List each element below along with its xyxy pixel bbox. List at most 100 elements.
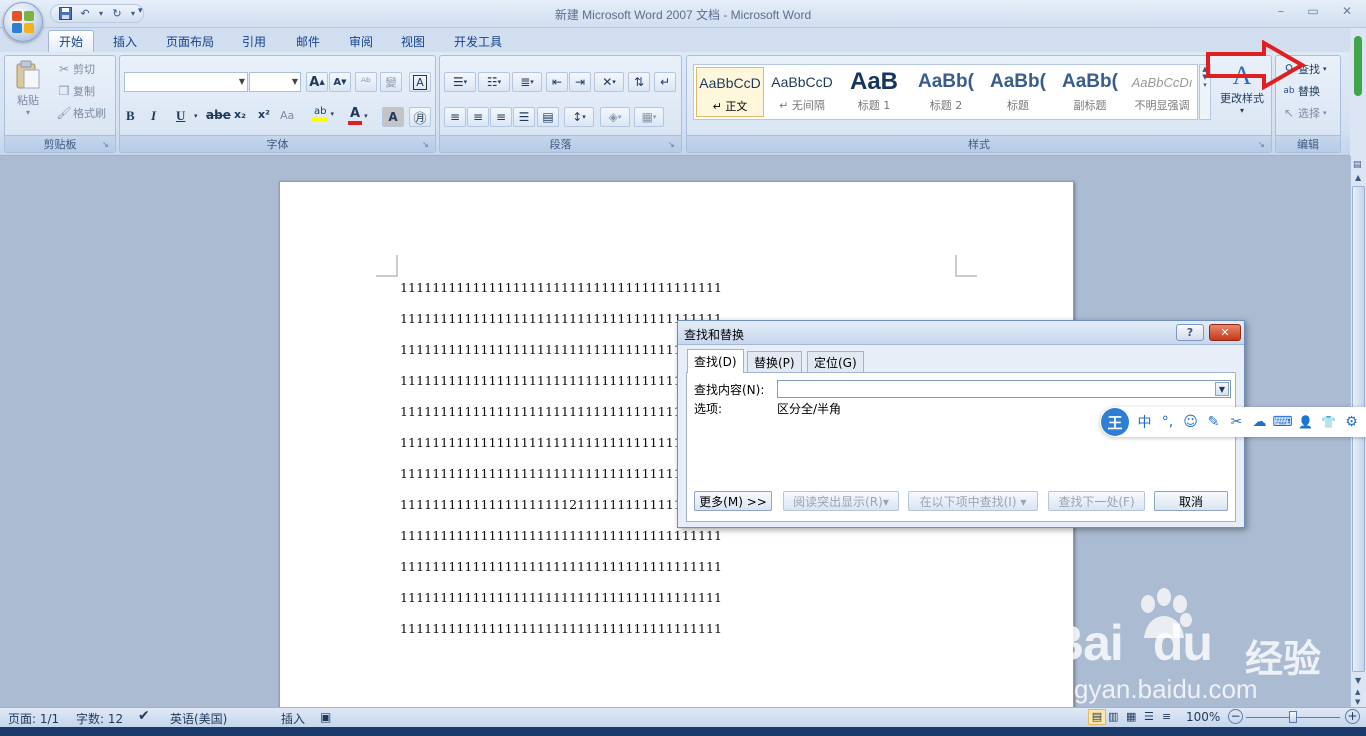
language-indicator[interactable]: 英语(美国)	[170, 710, 227, 727]
tab-goto[interactable]: 定位(G)	[807, 351, 864, 372]
ime-screenshot-icon[interactable]: ✂	[1225, 412, 1248, 432]
find-next-button[interactable]: 查找下一处(F)	[1048, 491, 1145, 511]
dialog-launcher-icon[interactable]: ↘	[1258, 140, 1268, 150]
dialog-help-button[interactable]: ?	[1176, 324, 1204, 341]
ime-logo[interactable]: 王	[1101, 408, 1129, 436]
zoom-out-icon[interactable]: −	[1228, 709, 1243, 724]
find-what-input[interactable]: ▼	[777, 380, 1231, 398]
zoom-slider-thumb[interactable]	[1289, 711, 1297, 723]
scroll-up-icon[interactable]: ▲	[1355, 173, 1361, 182]
subscript-button[interactable]: x₂	[234, 108, 246, 121]
ime-chinese-mode-icon[interactable]: 中	[1133, 412, 1156, 432]
style-title[interactable]: AaBb( 标题	[984, 67, 1052, 117]
page-count[interactable]: 页面: 1/1	[8, 710, 59, 727]
dialog-launcher-icon[interactable]: ↘	[102, 140, 112, 150]
ime-settings-icon[interactable]: ⚙	[1340, 412, 1363, 432]
shading-button[interactable]: ◈ ▾	[600, 107, 630, 127]
reading-highlight-button[interactable]: 阅读突出显示(R)▾	[783, 491, 899, 511]
bullets-button[interactable]: ☰ ▾	[444, 72, 476, 92]
numbering-button[interactable]: ☷ ▾	[478, 72, 510, 92]
cancel-button[interactable]: 取消	[1154, 491, 1228, 511]
cut-button[interactable]: ✂ 剪切	[55, 60, 95, 78]
insert-mode[interactable]: 插入	[281, 710, 305, 727]
line-spacing-button[interactable]: ↕ ▾	[564, 107, 594, 127]
ime-emoji-icon[interactable]: ☺	[1179, 412, 1202, 432]
word-count[interactable]: 字数: 12	[76, 710, 123, 727]
char-shading-button[interactable]: A	[382, 107, 404, 127]
format-painter-button[interactable]: 🖌 格式刷	[55, 104, 106, 122]
ime-handwrite-icon[interactable]: ✎	[1202, 412, 1225, 432]
ime-cloud-icon[interactable]: ☁	[1248, 412, 1271, 432]
dialog-launcher-icon[interactable]: ↘	[668, 140, 678, 150]
align-left-button[interactable]: ≡	[444, 107, 466, 127]
scroll-down-icon[interactable]: ▼	[1355, 676, 1361, 685]
chevron-down-icon[interactable]: ▾	[194, 112, 198, 120]
dialog-launcher-icon[interactable]: ↘	[422, 140, 432, 150]
sort-button[interactable]: ⇅	[628, 72, 650, 92]
restore-button[interactable]: ▭	[1298, 2, 1328, 20]
style-heading-1[interactable]: AaB 标题 1	[840, 67, 908, 117]
show-marks-button[interactable]: ↵	[654, 72, 676, 92]
select-button[interactable]: ↖ 选择 ▾	[1280, 104, 1327, 122]
ime-user-icon[interactable]: 👤	[1294, 412, 1317, 432]
view-web-icon[interactable]: ▦	[1126, 710, 1136, 723]
tab-references[interactable]: 引用	[232, 30, 276, 52]
chevron-down-icon[interactable]: ▼	[1215, 382, 1229, 396]
ime-punctuation-icon[interactable]: °,	[1156, 412, 1179, 432]
borders-button[interactable]: ▦ ▾	[634, 107, 664, 127]
style-heading-2[interactable]: AaBb( 标题 2	[912, 67, 980, 117]
align-center-button[interactable]: ≡	[467, 107, 489, 127]
dialog-close-button[interactable]: ✕	[1209, 324, 1241, 341]
shrink-font-button[interactable]: A ▼	[329, 72, 351, 92]
paste-button[interactable]: 粘贴 ▾	[11, 60, 45, 117]
char-border-button[interactable]: A	[409, 72, 431, 92]
office-button[interactable]	[3, 2, 43, 42]
more-button[interactable]: 更多(M) >>	[694, 491, 772, 511]
ruler-icon[interactable]: ▤	[1353, 160, 1362, 170]
style-no-spacing[interactable]: AaBbCcD ↵ 无间隔	[768, 67, 836, 117]
grow-font-button[interactable]: A ▲	[306, 72, 328, 92]
underline-button[interactable]: U	[176, 108, 185, 124]
tab-developer[interactable]: 开发工具	[444, 30, 512, 52]
clear-formatting-button[interactable]: ᴬᵇ	[355, 72, 377, 92]
scrollbar-thumb-top[interactable]	[1354, 36, 1362, 96]
zoom-in-icon[interactable]: +	[1345, 709, 1360, 724]
decrease-indent-button[interactable]: ⇤	[546, 72, 568, 92]
tab-insert[interactable]: 插入	[103, 30, 147, 52]
tab-mailings[interactable]: 邮件	[286, 30, 330, 52]
view-draft-icon[interactable]: ≡	[1162, 710, 1171, 723]
tab-home[interactable]: 开始	[48, 30, 95, 52]
find-in-button[interactable]: 在以下项中查找(I) ▾	[908, 491, 1038, 511]
distributed-button[interactable]: ▤	[537, 107, 559, 127]
tab-find[interactable]: 查找(D)	[687, 349, 744, 373]
multilevel-list-button[interactable]: ≣ ▾	[512, 72, 542, 92]
tab-page-layout[interactable]: 页面布局	[156, 30, 224, 52]
strikethrough-button[interactable]: abe	[206, 108, 231, 122]
minimize-button[interactable]: –	[1266, 2, 1296, 20]
style-normal[interactable]: AaBbCcD ↵ 正文	[696, 67, 764, 117]
phonetic-guide-button[interactable]: 變	[380, 72, 402, 92]
view-outline-icon[interactable]: ☰	[1144, 710, 1154, 723]
next-page-icon[interactable]: ▼	[1355, 698, 1360, 706]
zoom-level[interactable]: 100%	[1186, 710, 1220, 724]
macro-record-icon[interactable]: ▣	[320, 710, 331, 724]
tab-view[interactable]: 视图	[391, 30, 435, 52]
ime-skin-icon[interactable]: 👕	[1317, 412, 1340, 432]
ime-keyboard-icon[interactable]: ⌨	[1271, 412, 1294, 432]
font-name-combo[interactable]: ▼	[124, 72, 248, 92]
tab-replace[interactable]: 替换(P)	[747, 351, 802, 372]
proofing-icon[interactable]: ✔	[138, 708, 150, 724]
superscript-button[interactable]: x²	[258, 108, 270, 121]
increase-indent-button[interactable]: ⇥	[569, 72, 591, 92]
close-button[interactable]: ✕	[1332, 2, 1362, 20]
justify-button[interactable]: ☰	[513, 107, 535, 127]
asian-layout-button[interactable]: ✕ ▾	[594, 72, 624, 92]
bold-button[interactable]: B	[126, 108, 135, 124]
change-case-button[interactable]: Aa	[280, 109, 294, 122]
style-subtle-emphasis[interactable]: AaBbCcDı 不明显强调	[1128, 67, 1196, 117]
copy-button[interactable]: ❐ 复制	[55, 82, 95, 100]
view-fullscreen-icon[interactable]: ▥	[1108, 710, 1118, 723]
font-color-button[interactable]: A ▾	[348, 106, 368, 125]
view-print-layout-icon[interactable]: ▤	[1088, 709, 1106, 725]
tab-review[interactable]: 审阅	[339, 30, 383, 52]
